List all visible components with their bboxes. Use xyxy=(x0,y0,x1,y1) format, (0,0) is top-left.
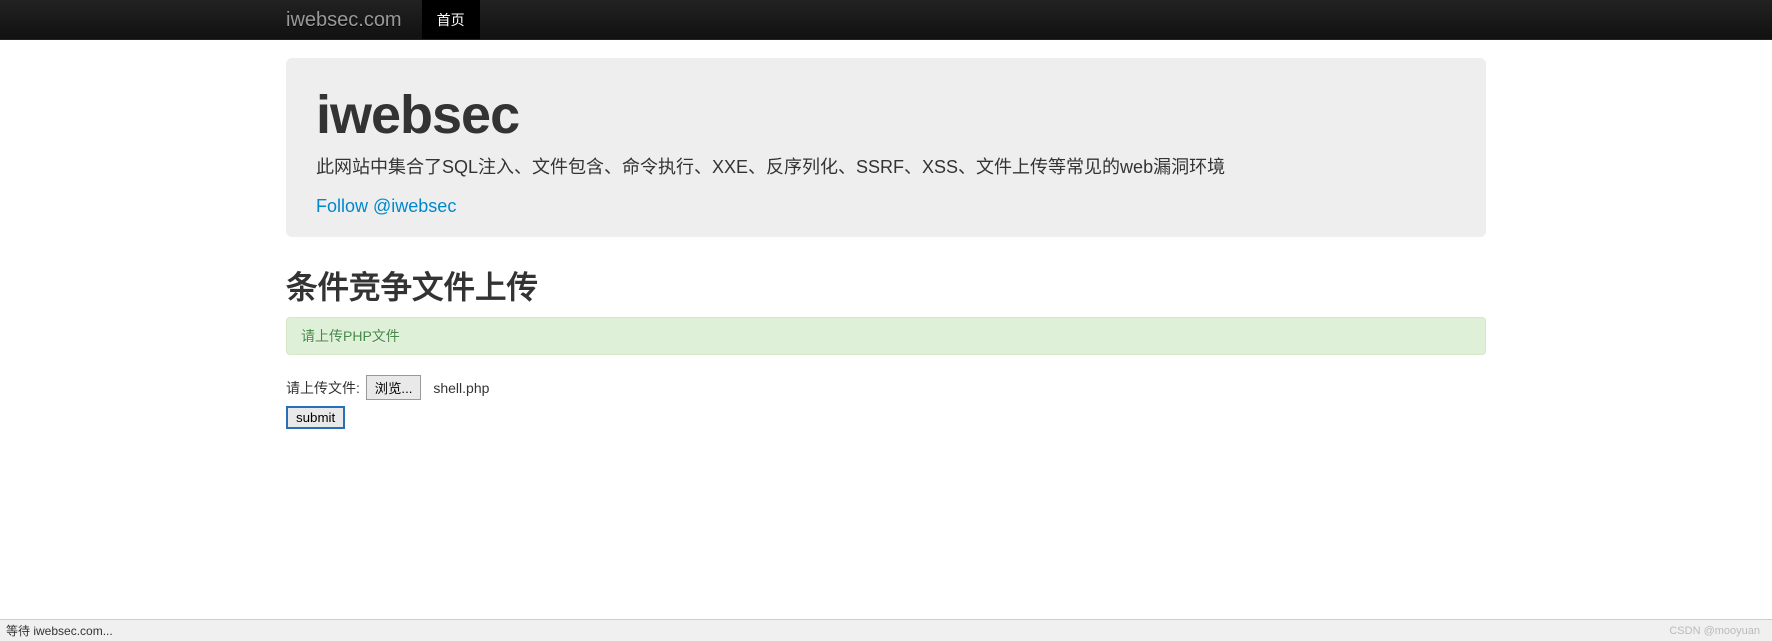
alert-success: 请上传PHP文件 xyxy=(286,317,1486,355)
hero-title: iwebsec xyxy=(316,88,1456,142)
status-bar: 等待 iwebsec.com... CSDN @mooyuan xyxy=(0,619,1772,641)
watermark: CSDN @mooyuan xyxy=(1669,621,1766,641)
main-container: iwebsec 此网站中集合了SQL注入、文件包含、命令执行、XXE、反序列化、… xyxy=(266,58,1506,429)
brand-link[interactable]: iwebsec.com xyxy=(286,0,422,39)
nav-home[interactable]: 首页 xyxy=(422,0,480,39)
hero-subtitle: 此网站中集合了SQL注入、文件包含、命令执行、XXE、反序列化、SSRF、XSS… xyxy=(316,154,1456,181)
browse-button[interactable]: 浏览... xyxy=(366,375,422,400)
upload-form: 请上传文件: 浏览... shell.php submit xyxy=(286,375,1486,429)
upload-label: 请上传文件: xyxy=(286,380,360,396)
status-loading-text: 等待 iwebsec.com... xyxy=(6,621,113,641)
submit-button[interactable]: submit xyxy=(286,406,345,429)
page-title: 条件竞争文件上传 xyxy=(286,267,1486,307)
selected-filename: shell.php xyxy=(433,380,489,396)
follow-link[interactable]: Follow @iwebsec xyxy=(316,196,456,216)
navbar: iwebsec.com 首页 xyxy=(0,0,1772,40)
hero-unit: iwebsec 此网站中集合了SQL注入、文件包含、命令执行、XXE、反序列化、… xyxy=(286,58,1486,237)
navbar-inner: iwebsec.com 首页 xyxy=(266,0,1506,39)
